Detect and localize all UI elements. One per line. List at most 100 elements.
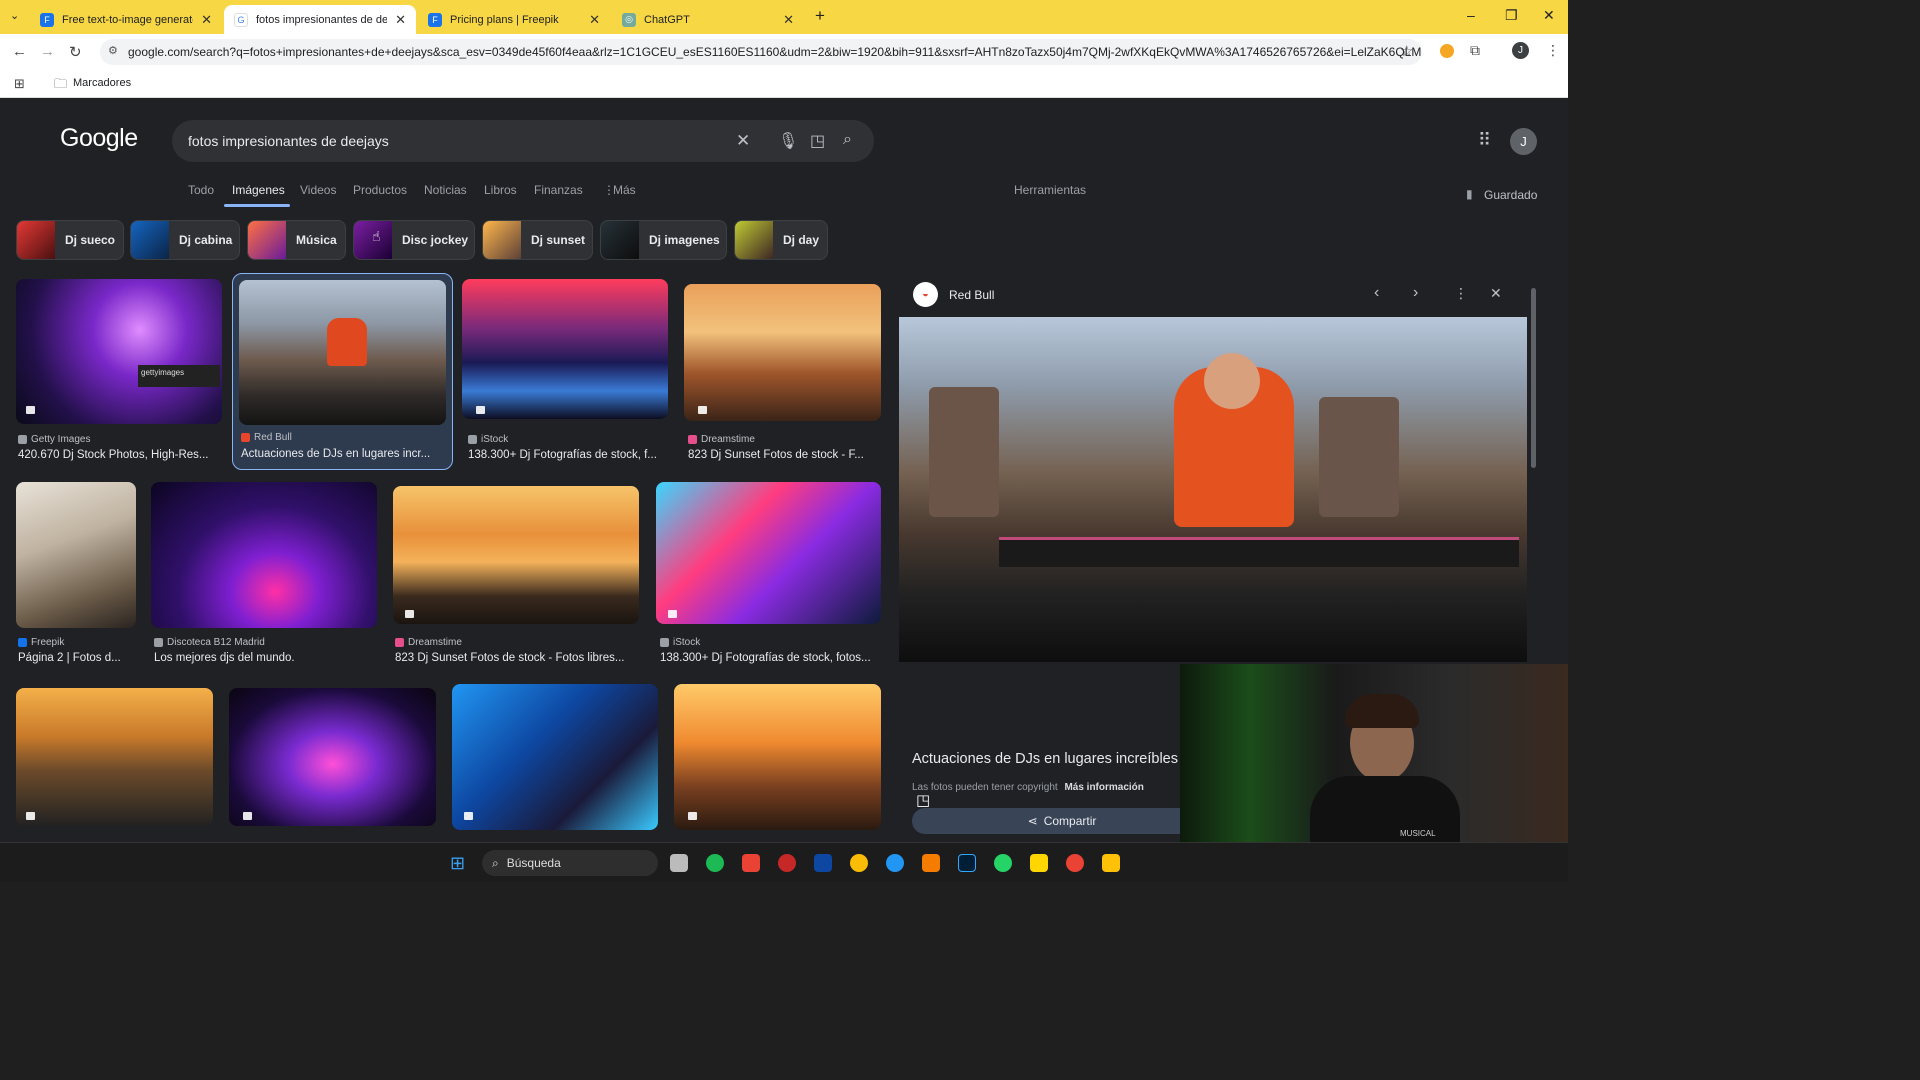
new-tab-icon[interactable]: +	[815, 6, 825, 26]
microphone-icon[interactable]: 🎙	[778, 131, 798, 151]
tab-todo[interactable]: Todo	[188, 183, 214, 197]
preview-source-name[interactable]: Red Bull	[949, 288, 994, 302]
back-icon[interactable]: ←	[12, 43, 27, 60]
result-card[interactable]: gettyimages Getty Images 420.670 Dj Stoc…	[16, 279, 222, 465]
minimize-icon[interactable]: –	[1467, 7, 1475, 23]
gmail-icon[interactable]	[742, 854, 760, 872]
url-bar[interactable]: ⚙ google.com/search?q=fotos+impresionant…	[100, 39, 1422, 65]
tools-button[interactable]: Herramientas	[1014, 183, 1086, 197]
chip-musica[interactable]: Música	[247, 220, 346, 260]
tab-productos[interactable]: Productos	[353, 183, 407, 197]
more-info-link[interactable]: Más información	[1064, 782, 1143, 793]
next-icon[interactable]: ›	[1413, 284, 1418, 302]
more-options-icon[interactable]: ⋮	[1454, 285, 1468, 302]
chrome-icon[interactable]	[850, 854, 868, 872]
reload-icon[interactable]: ↻	[69, 43, 82, 61]
chip-dj-imagenes[interactable]: Dj imagenes	[600, 220, 727, 260]
windows-start-icon[interactable]: ⊞	[450, 853, 465, 874]
search-icon[interactable]: ⌕	[843, 131, 852, 149]
result-card[interactable]: iStock 138.300+ Dj Fotografías de stock,…	[462, 279, 668, 465]
chip-dj-sueco[interactable]: Dj sueco	[16, 220, 124, 260]
tab-libros[interactable]: Libros	[484, 183, 517, 197]
person-body	[1310, 776, 1460, 842]
browser-tab-freepik[interactable]: F Free text-to-image generator | ✕	[30, 5, 222, 34]
copyright-note: Las fotos pueden tener copyright Más inf…	[912, 782, 1144, 793]
chip-label: Dj day	[783, 233, 820, 247]
source-logo[interactable]: ◒	[913, 282, 938, 307]
close-tab-icon[interactable]: ✕	[395, 12, 406, 28]
browser-menu-icon[interactable]: ⋮	[1546, 42, 1560, 59]
result-card-selected[interactable]: Red Bull Actuaciones de DJs en lugares i…	[232, 273, 453, 470]
chip-dj-day[interactable]: Dj day	[734, 220, 828, 260]
result-card[interactable]	[16, 688, 213, 830]
profile-icon[interactable]: J	[1512, 42, 1529, 59]
tab-list-chevron-icon[interactable]: ⌄	[10, 9, 19, 22]
close-tab-icon[interactable]: ✕	[201, 12, 212, 28]
result-card[interactable]: Freepik Página 2 | Fotos d...	[16, 482, 136, 668]
windows-taskbar: ⊞ ⌕ Búsqueda	[0, 842, 1568, 882]
tab-noticias[interactable]: Noticias	[424, 183, 467, 197]
chrome-active-icon[interactable]	[1066, 854, 1084, 872]
window-close-icon[interactable]: ✕	[1543, 7, 1555, 24]
tab-videos[interactable]: Videos	[300, 183, 336, 197]
account-avatar[interactable]: J	[1510, 128, 1537, 155]
google-apps-icon[interactable]: ⠿	[1478, 130, 1491, 151]
browser-tab-chatgpt[interactable]: ◎ ChatGPT ✕	[612, 5, 804, 34]
browser-tab-google[interactable]: G fotos impresionantes de deejays ✕	[224, 5, 416, 34]
extensions-puzzle-icon[interactable]: ⧉	[1470, 42, 1480, 59]
tab-mas[interactable]: Más	[613, 183, 636, 197]
image-badge-icon	[243, 812, 252, 820]
result-card[interactable]	[452, 684, 658, 830]
fl-studio-icon[interactable]	[922, 854, 940, 872]
result-card[interactable]	[229, 688, 436, 830]
clear-search-icon[interactable]: ✕	[736, 131, 750, 151]
previous-icon[interactable]: ‹	[1374, 284, 1379, 302]
close-tab-icon[interactable]: ✕	[589, 12, 600, 28]
search-input[interactable]: fotos impresionantes de deejays ✕ 🎙 ◳ ⌕	[172, 120, 874, 162]
result-caption: 823 Dj Sunset Fotos de stock - F...	[688, 449, 864, 461]
photoshop-icon[interactable]	[958, 854, 976, 872]
copyright-text: Las fotos pueden tener copyright	[912, 782, 1058, 793]
close-panel-icon[interactable]: ✕	[1490, 285, 1502, 302]
restore-icon[interactable]: ❐	[1505, 7, 1518, 24]
task-view-icon[interactable]	[670, 854, 688, 872]
app-icon[interactable]	[778, 854, 796, 872]
preview-title[interactable]: Actuaciones de DJs en lugares increíbles	[912, 751, 1178, 767]
apps-grid-icon[interactable]: ⊞	[14, 76, 25, 92]
result-card[interactable]: Discoteca B12 Madrid Los mejores djs del…	[151, 482, 377, 668]
result-card[interactable]	[674, 684, 881, 830]
taskbar-search-input[interactable]: ⌕ Búsqueda	[482, 850, 658, 876]
file-explorer-icon[interactable]	[1102, 854, 1120, 872]
tab-imagenes[interactable]: Imágenes	[232, 183, 285, 197]
forward-icon[interactable]: →	[40, 43, 55, 60]
bookmark-folder-marcadores[interactable]: Marcadores	[73, 77, 131, 89]
whatsapp-icon[interactable]	[994, 854, 1012, 872]
spotify-icon[interactable]	[706, 854, 724, 872]
preview-image[interactable]	[899, 317, 1527, 662]
browser-tab-pricing[interactable]: F Pricing plans | Freepik ✕	[418, 5, 610, 34]
sticky-notes-icon[interactable]	[1030, 854, 1048, 872]
bookmark-star-icon[interactable]: ☆	[1400, 42, 1413, 60]
result-card[interactable]: Dreamstime 823 Dj Sunset Fotos de stock …	[684, 279, 881, 465]
browser-tab-strip: ⌄ F Free text-to-image generator | ✕ G f…	[0, 0, 1568, 34]
saved-button[interactable]: Guardado	[1484, 188, 1537, 202]
close-tab-icon[interactable]: ✕	[783, 12, 794, 28]
getty-watermark: gettyimages	[138, 365, 220, 387]
edge-icon[interactable]	[886, 854, 904, 872]
terminal-icon[interactable]	[814, 854, 832, 872]
lens-search-icon[interactable]: ◳	[916, 791, 930, 809]
extension-icon[interactable]	[1440, 44, 1454, 58]
tab-finanzas[interactable]: Finanzas	[534, 183, 583, 197]
image-badge-icon	[668, 610, 677, 618]
result-card[interactable]: Dreamstime 823 Dj Sunset Fotos de stock …	[393, 482, 639, 668]
scrollbar-thumb[interactable]	[1531, 288, 1536, 468]
chip-dj-cabina[interactable]: Dj cabina	[130, 220, 240, 260]
site-info-icon[interactable]: ⚙	[108, 44, 118, 57]
result-card[interactable]: iStock 138.300+ Dj Fotografías de stock,…	[656, 482, 881, 668]
result-source: Discoteca B12 Madrid	[154, 637, 265, 648]
google-logo[interactable]: Google	[60, 124, 138, 153]
lens-camera-icon[interactable]: ◳	[810, 131, 825, 151]
result-caption: Los mejores djs del mundo.	[154, 652, 295, 664]
chip-dj-sunset[interactable]: Dj sunset	[482, 220, 593, 260]
share-button[interactable]: ⋖ Compartir	[912, 808, 1212, 834]
